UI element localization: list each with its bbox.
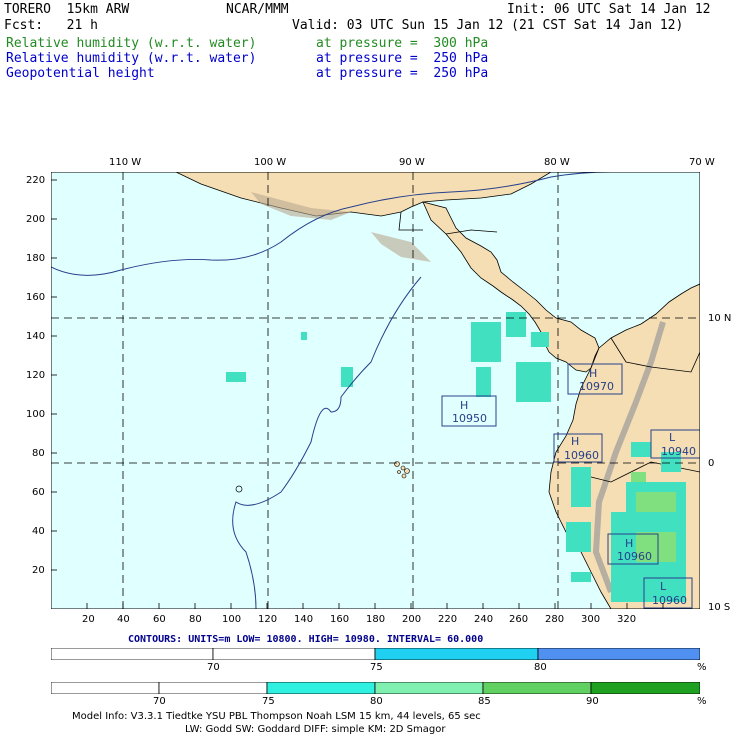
x-tick-label: 120 xyxy=(258,614,278,625)
field-level-3: at pressure = 250 hPa xyxy=(316,66,489,81)
center-type: H xyxy=(460,399,468,412)
forecast-hour: Fcst: 21 h xyxy=(4,18,98,33)
field-name-2: Relative humidity (w.r.t. water) xyxy=(6,51,257,66)
y-tick-label: 20 xyxy=(32,565,45,576)
y-tick-label: 120 xyxy=(26,370,46,381)
lon-label: 70 W xyxy=(689,157,715,168)
y-tick-label: 160 xyxy=(26,292,46,303)
x-tick-label: 320 xyxy=(617,614,637,625)
x-tick-label: 40 xyxy=(117,614,130,625)
colorbar1-label: 70 xyxy=(207,662,220,673)
init-time: Init: 06 UTC Sat 14 Jan 12 xyxy=(507,2,711,17)
center-type: H xyxy=(589,367,597,380)
colorbar2-label: 90 xyxy=(586,696,599,707)
colorbar2-label: 85 xyxy=(478,696,491,707)
x-tick-label: 60 xyxy=(153,614,166,625)
center-value: 10940 xyxy=(661,445,696,458)
valid-time: Valid: 03 UTC Sun 15 Jan 12 (21 CST Sat … xyxy=(292,18,684,33)
center-name: NCAR/MMM xyxy=(226,2,289,17)
lat-label: 10 N xyxy=(708,313,732,324)
lon-label: 90 W xyxy=(399,157,425,168)
model-physics: LW: Godd SW: Goddard DIFF: simple KM: 2D… xyxy=(185,724,446,735)
center-type: H xyxy=(625,537,633,550)
center-value: 10950 xyxy=(452,412,487,425)
colorbar1-label: 75 xyxy=(370,662,383,673)
x-tick-label: 280 xyxy=(545,614,565,625)
center-type: L xyxy=(660,580,667,593)
x-tick-label: 80 xyxy=(189,614,202,625)
y-tick-label: 180 xyxy=(26,253,46,264)
y-tick-label: 140 xyxy=(26,331,46,342)
y-tick-label: 200 xyxy=(26,214,46,225)
lat-label: 10 S xyxy=(708,602,731,613)
lon-label: 80 W xyxy=(544,157,570,168)
y-tick-label: 60 xyxy=(32,487,45,498)
field-level-2: at pressure = 250 hPa xyxy=(316,51,489,66)
x-tick-label: 20 xyxy=(82,614,95,625)
colorbar1-label: % xyxy=(697,662,707,673)
center-value: 10970 xyxy=(579,380,614,393)
x-tick-label: 140 xyxy=(294,614,314,625)
center-type: H xyxy=(571,435,579,448)
lon-label: 100 W xyxy=(254,157,287,168)
center-value: 10960 xyxy=(652,594,687,607)
contours-info: CONTOURS: UNITS=m LOW= 10800. HIGH= 1098… xyxy=(128,634,484,645)
y-tick-label: 100 xyxy=(26,409,46,420)
model-info: Model Info: V3.3.1 Tiedtke YSU PBL Thomp… xyxy=(72,711,481,722)
x-tick-label: 240 xyxy=(474,614,494,625)
x-tick-label: 100 xyxy=(222,614,242,625)
map-panel: H 10970 H 10950 H 10960 L 10940 H 10960 … xyxy=(51,172,700,609)
x-tick-label: 180 xyxy=(366,614,386,625)
x-tick-label: 160 xyxy=(330,614,350,625)
model-title: TORERO 15km ARW xyxy=(4,2,130,17)
lon-label: 110 W xyxy=(109,157,142,168)
field-name-1: Relative humidity (w.r.t. water) xyxy=(6,36,257,51)
colorbar2-label: 80 xyxy=(370,696,383,707)
field-level-1: at pressure = 300 hPa xyxy=(316,36,489,51)
center-value: 10960 xyxy=(564,449,599,462)
x-tick-label: 220 xyxy=(438,614,458,625)
center-value: 10960 xyxy=(617,550,652,563)
center-type: L xyxy=(669,431,676,444)
field-name-3: Geopotential height xyxy=(6,66,155,81)
x-tick-label: 300 xyxy=(581,614,601,625)
colorbar1-label: 80 xyxy=(534,662,547,673)
colorbar-rh-300 xyxy=(51,682,700,694)
colorbar2-label: % xyxy=(697,696,707,707)
y-tick-label: 220 xyxy=(26,175,46,186)
colorbar2-label: 75 xyxy=(262,696,275,707)
y-tick-label: 40 xyxy=(32,526,45,537)
y-tick-label: 80 xyxy=(32,448,45,459)
x-tick-label: 260 xyxy=(509,614,529,625)
weather-map-page: TORERO 15km ARW NCAR/MMM Init: 06 UTC Sa… xyxy=(0,0,740,740)
x-tick-label: 200 xyxy=(402,614,422,625)
colorbar-rh-250 xyxy=(51,648,700,660)
lat-label: 0 xyxy=(708,458,715,469)
colorbar2-label: 70 xyxy=(153,696,166,707)
